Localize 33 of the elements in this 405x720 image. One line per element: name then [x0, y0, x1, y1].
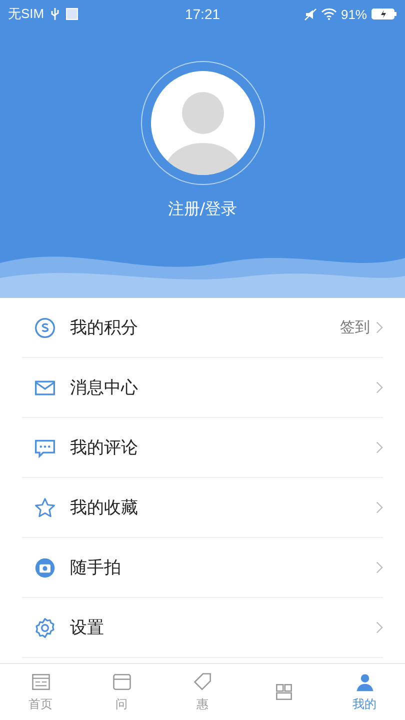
menu-label: 我的收藏 — [70, 497, 139, 519]
newspaper-icon — [30, 671, 52, 693]
usb-icon — [50, 7, 60, 21]
coin-icon — [34, 316, 56, 338]
menu-item[interactable]: 我的收藏 — [22, 478, 383, 538]
menu-label: 设置 — [70, 617, 105, 639]
menu-item[interactable]: 消息中心 — [22, 358, 383, 418]
menu-item[interactable]: 随手拍 — [22, 538, 383, 598]
chevron-icon — [376, 561, 383, 574]
battery-icon — [371, 8, 397, 20]
menu-item[interactable]: 我的评论 — [22, 418, 383, 478]
menu-label: 我的积分 — [70, 317, 139, 339]
menu-item[interactable]: 我的积分 签到 — [22, 298, 383, 358]
check-in-label[interactable]: 签到 — [340, 318, 370, 337]
menu-label: 随手拍 — [70, 557, 122, 579]
wifi-icon — [320, 8, 337, 20]
chevron-icon — [376, 501, 383, 514]
carrier-text: 无SIM — [8, 5, 44, 23]
chevron-icon — [376, 621, 383, 634]
menu-item[interactable]: 设置 — [22, 598, 383, 658]
avatar-icon[interactable] — [150, 71, 254, 175]
chevron-icon — [376, 441, 383, 454]
chevron-icon — [376, 381, 383, 394]
mute-icon — [304, 8, 317, 20]
menu-label: 我的评论 — [70, 437, 139, 459]
settings-icon — [34, 616, 56, 638]
tag-icon — [192, 671, 214, 693]
star-icon — [34, 496, 56, 518]
clock-text: 17:21 — [184, 6, 220, 22]
camera-icon — [34, 556, 56, 578]
battery-text: 91% — [340, 6, 367, 22]
menu-label: 消息中心 — [70, 377, 139, 399]
chevron-icon — [376, 321, 383, 334]
